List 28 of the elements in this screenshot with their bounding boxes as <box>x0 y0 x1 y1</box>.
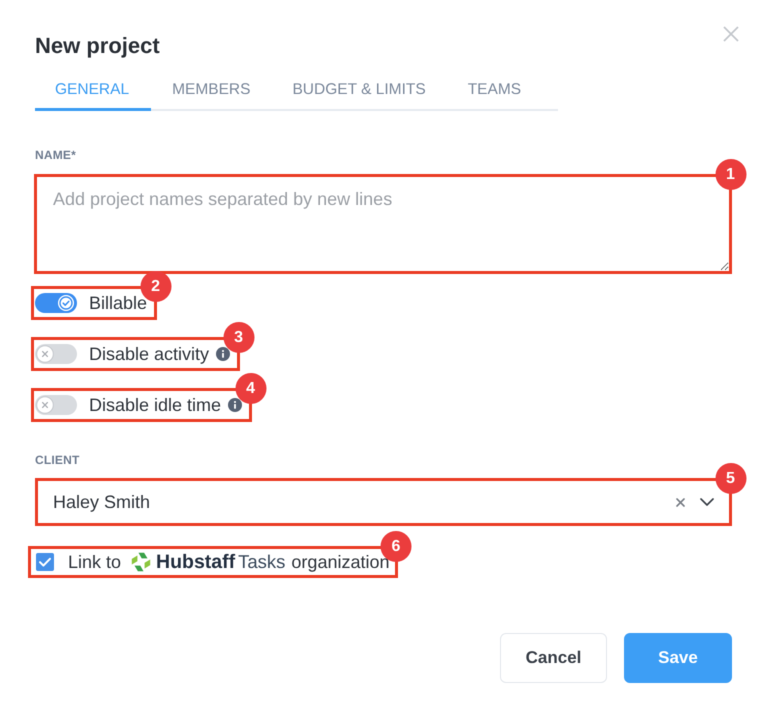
checkbox[interactable] <box>36 553 54 571</box>
cancel-button[interactable]: Cancel <box>500 633 607 683</box>
toggle-switch[interactable] <box>35 293 77 313</box>
info-icon[interactable] <box>228 398 242 412</box>
step-number-badge: 1 <box>715 158 746 190</box>
toggle-label: Disable idle time <box>89 394 222 416</box>
option-label: Link to <box>68 551 122 573</box>
dialog-title: New project <box>35 34 160 58</box>
field-label: CLIENT <box>35 453 81 467</box>
pinwheel-logo-icon <box>131 552 152 572</box>
brand-name: Hubstaff <box>156 551 236 573</box>
tab[interactable]: GENERAL <box>35 71 152 111</box>
product-name: Tasks <box>238 551 286 573</box>
step-number-badge: 4 <box>235 372 266 404</box>
tab[interactable]: BUDGET & LIMITS <box>271 71 447 111</box>
toggle-switch[interactable] <box>35 395 77 415</box>
field-label: NAME* <box>35 148 78 162</box>
toggle-switch[interactable] <box>35 344 77 364</box>
save-button[interactable]: Save <box>624 633 732 683</box>
step-number-badge: 5 <box>715 462 746 494</box>
tab[interactable]: TEAMS <box>446 71 542 111</box>
toggle-label: Disable activity <box>89 343 210 365</box>
clear-icon[interactable] <box>676 498 685 506</box>
step-number-badge: 3 <box>223 321 254 352</box>
chevron-down-icon <box>700 498 714 506</box>
info-icon[interactable] <box>216 347 230 361</box>
close-icon[interactable] <box>723 26 739 42</box>
tab[interactable]: MEMBERS <box>151 71 272 111</box>
